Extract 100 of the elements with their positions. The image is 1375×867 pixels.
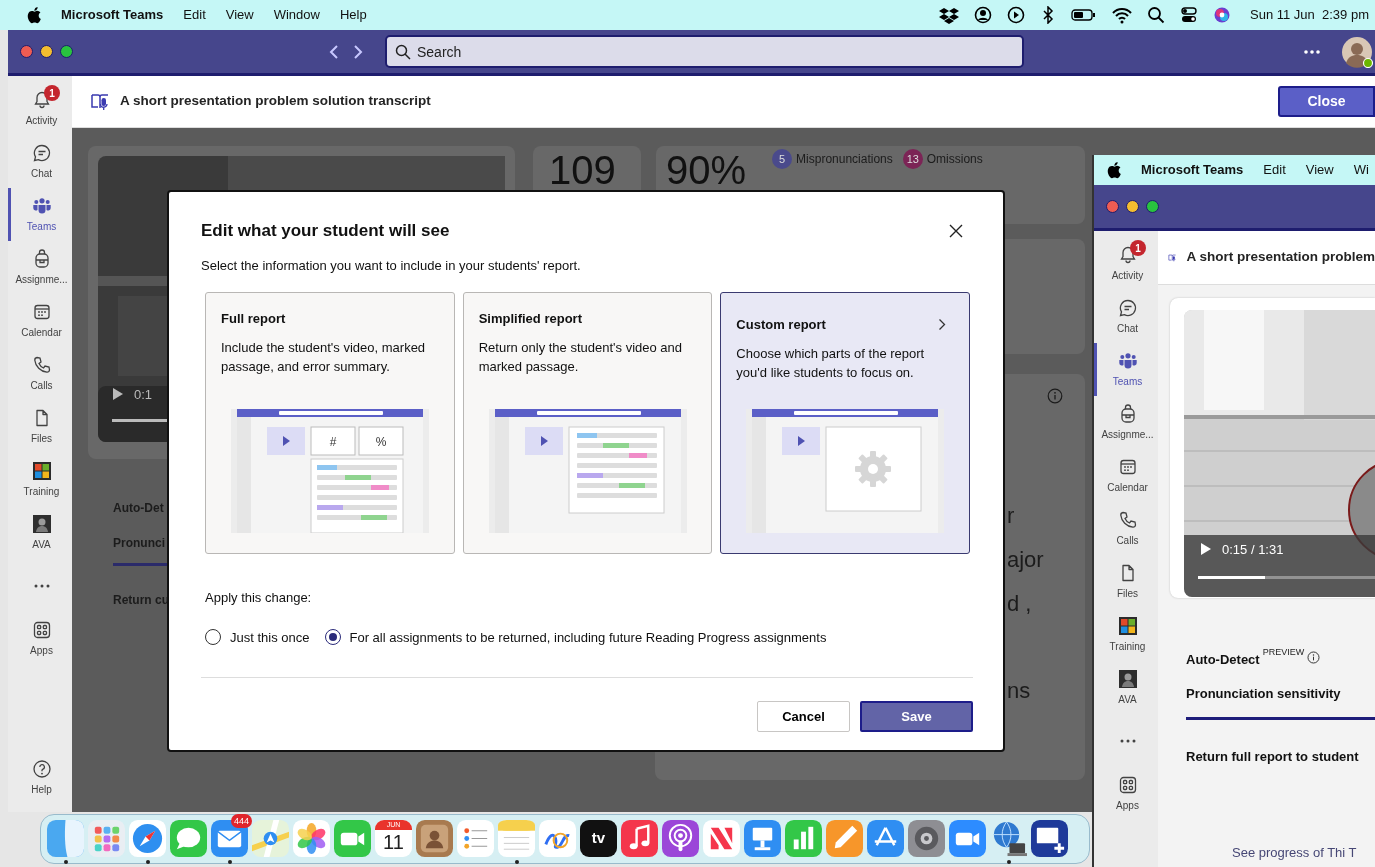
forward-icon[interactable] [353, 43, 363, 60]
podcast-icon[interactable] [662, 819, 699, 857]
search-field[interactable]: Search [385, 35, 1024, 68]
search-icon[interactable] [1147, 6, 1165, 24]
rail-item[interactable]: Teams [8, 188, 72, 241]
setting-label: Auto-Detect [1186, 651, 1260, 669]
passage-text: ns [1007, 677, 1032, 705]
close-icon[interactable] [949, 223, 963, 238]
checklist-icon[interactable] [457, 819, 494, 857]
info-icon[interactable] [1047, 388, 1063, 404]
rail-item[interactable]: Training [8, 453, 72, 506]
squiggle-icon[interactable] [539, 819, 576, 857]
menu-item[interactable]: Microsoft Teams [1141, 160, 1244, 180]
avatar-icon[interactable] [1341, 35, 1373, 68]
notification-badge: 1 [44, 85, 60, 101]
close-window-button[interactable] [1106, 200, 1119, 213]
rail-item[interactable]: Calendar [8, 294, 72, 347]
menu-item[interactable]: Microsoft Teams [61, 5, 164, 25]
rail-item[interactable]: Apps [8, 612, 72, 665]
rail-item[interactable]: Chat [8, 135, 72, 188]
contact-card-icon[interactable] [416, 819, 453, 857]
dropbox-icon[interactable] [939, 6, 959, 24]
rail-item[interactable]: Training [1094, 608, 1158, 661]
zoom-button[interactable] [1146, 200, 1159, 213]
rail-item[interactable]: Activity 1 [1094, 237, 1158, 290]
report-option[interactable]: Simplified report Return only the student's video and marked passage. [462, 292, 713, 554]
minimize-button[interactable] [1126, 200, 1139, 213]
back-icon[interactable] [329, 43, 339, 60]
more-icon [1119, 738, 1136, 743]
rail-item[interactable]: Apps [1094, 767, 1158, 820]
tv-icon[interactable]: tv [580, 819, 617, 857]
word-count: 109 [549, 150, 617, 190]
compass-icon[interactable] [129, 819, 166, 857]
close-button[interactable]: Close [1278, 86, 1375, 117]
video-time: 0:1 [134, 385, 153, 404]
screen-icon[interactable] [1031, 819, 1068, 857]
orb-icon[interactable] [1213, 6, 1231, 24]
rail-item[interactable]: Calls [8, 347, 72, 400]
rail-item[interactable]: Chat [1094, 290, 1158, 343]
rail-item[interactable]: Files [8, 400, 72, 453]
menu-item[interactable]: Wi [1353, 160, 1369, 180]
bluetooth-icon[interactable] [1040, 6, 1056, 24]
podium-icon[interactable] [744, 819, 781, 857]
report-option[interactable]: Full report Include the student's video, marked passage, and error summary. # % [205, 292, 455, 554]
option-description: Choose which parts of the report you'd like students to focus on. [736, 344, 926, 382]
menu-item[interactable]: Edit [183, 5, 206, 25]
count-badge: 13 [902, 149, 923, 169]
minimize-button[interactable] [40, 45, 53, 58]
music-note-icon[interactable] [621, 819, 658, 857]
accuracy-value: 90% [666, 150, 747, 194]
play-icon[interactable] [112, 387, 124, 402]
more-icon[interactable] [1303, 48, 1321, 55]
option-label[interactable]: Just this once [230, 627, 310, 647]
gear-icon[interactable] [908, 819, 945, 857]
cancel-button[interactable]: Cancel [757, 701, 850, 732]
rail-item[interactable]: Assignme... [1094, 396, 1158, 449]
rail-item[interactable]: Calls [1094, 502, 1158, 555]
menu-item[interactable]: View [225, 5, 254, 25]
rail-item[interactable]: Help [8, 751, 72, 804]
save-button[interactable]: Save [860, 701, 973, 732]
menu-item[interactable]: Edit [1263, 160, 1286, 180]
chevron-right-icon [938, 318, 946, 332]
user-circle-icon[interactable] [974, 6, 992, 24]
rail-item[interactable]: Activity 1 [8, 82, 72, 135]
toggle-icon[interactable] [1180, 6, 1198, 24]
menu-item[interactable]: Help [339, 5, 367, 25]
apple-icon[interactable] [1106, 161, 1121, 179]
rail-item[interactable]: Assignme... [8, 241, 72, 294]
app-grid-icon[interactable] [88, 819, 125, 857]
chat-icon [1117, 297, 1138, 318]
info-icon[interactable] [1307, 651, 1321, 664]
rail-item[interactable]: AVA [1094, 661, 1158, 714]
progress-link[interactable]: See progress of Thi T [1232, 842, 1375, 862]
rail-item[interactable]: Calendar [1094, 449, 1158, 502]
setting-label: Pronunci [113, 535, 165, 552]
option-label[interactable]: For all assignments to be returned, including future Reading Progress assignments [349, 627, 827, 647]
close-window-button[interactable] [20, 45, 33, 58]
tile-symbol: # [329, 435, 337, 449]
flower-icon[interactable] [293, 819, 330, 857]
menu-item[interactable]: Window [273, 5, 320, 25]
report-option[interactable]: Custom report Choose which parts of the report you'd like students to focus on. [720, 292, 970, 554]
menu-item[interactable]: View [1305, 160, 1334, 180]
rail-item[interactable]: Files [1094, 555, 1158, 608]
app-store-icon[interactable] [867, 819, 904, 857]
menu-clock[interactable]: Sun 11 Jun 2:39 pm [1250, 5, 1369, 25]
setting-label: Pronunciation sensitivity [1186, 684, 1342, 703]
play-circle-icon[interactable] [1007, 6, 1025, 24]
play-icon[interactable] [1200, 542, 1212, 557]
zoom-button[interactable] [60, 45, 73, 58]
rail-item[interactable]: AVA [8, 506, 72, 559]
dialog-subtitle: Select the information you want to include in your students' report. [201, 256, 582, 275]
wifi-icon[interactable] [1112, 6, 1132, 24]
news-icon[interactable] [703, 819, 740, 857]
battery-icon[interactable] [1071, 6, 1097, 24]
map-icon[interactable] [252, 819, 289, 857]
bell-icon [1117, 244, 1138, 265]
progress-track[interactable] [1198, 576, 1375, 579]
envelope-icon[interactable] [211, 819, 248, 857]
option-description: Return only the student's video and marked passage. [478, 338, 684, 376]
apple-icon[interactable] [26, 6, 41, 24]
